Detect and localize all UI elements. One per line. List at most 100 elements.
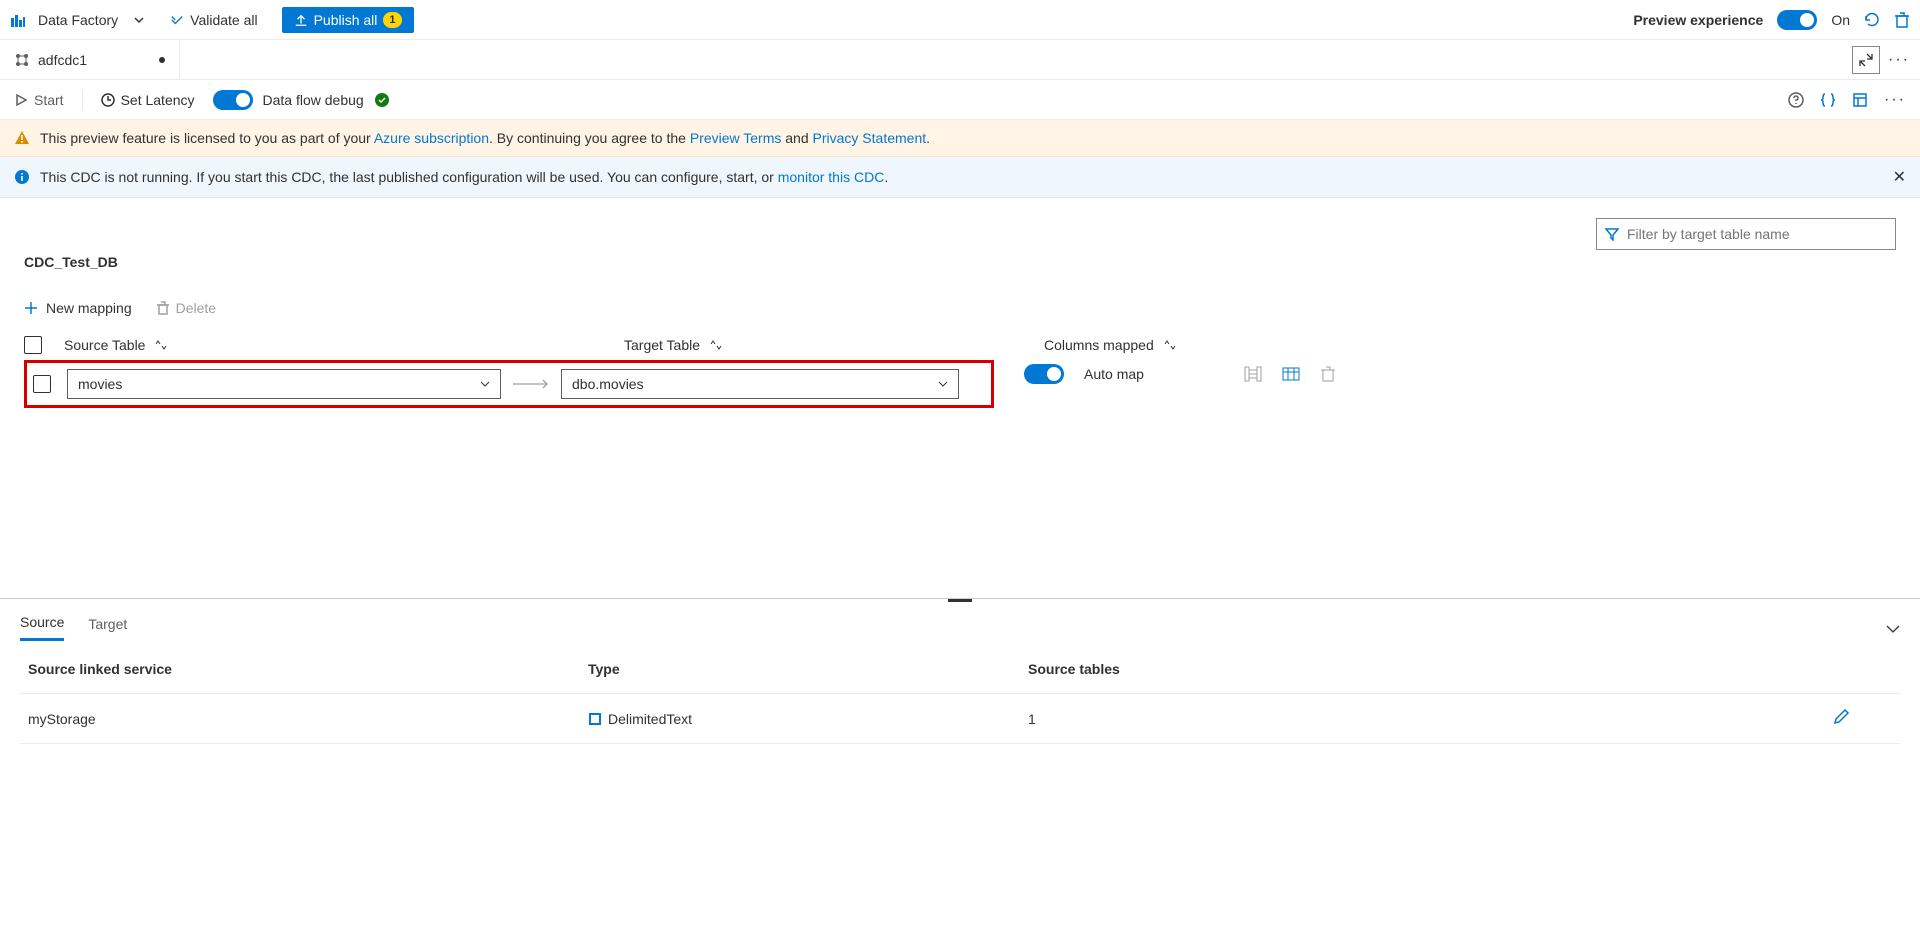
col-target-table[interactable]: Target Table — [624, 337, 1024, 353]
refresh-icon[interactable] — [1864, 12, 1880, 28]
col-linked-service: Source linked service — [28, 661, 588, 677]
set-latency-button[interactable]: Set Latency — [101, 92, 195, 108]
start-button[interactable]: Start — [14, 92, 64, 108]
filter-row — [24, 218, 1896, 250]
data-preview-icon[interactable] — [1282, 365, 1300, 383]
target-table-dropdown[interactable]: dbo.movies — [561, 369, 959, 399]
validate-all-button[interactable]: Validate all — [162, 8, 265, 32]
col-source-table[interactable]: Source Table — [64, 337, 564, 353]
source-service-table: Source linked service Type Source tables… — [0, 645, 1920, 744]
data-factory-icon — [10, 12, 26, 28]
cdc-toolbar-right: ··· — [1788, 91, 1906, 109]
main-content: CDC_Test_DB New mapping Delete Source Ta… — [0, 198, 1920, 418]
info-text: This CDC is not running. If you start th… — [40, 169, 888, 185]
col-columns-mapped[interactable]: Columns mapped — [1044, 337, 1304, 353]
collapse-bottom-panel-button[interactable] — [1886, 620, 1900, 636]
more-menu-button[interactable]: ··· — [1888, 51, 1910, 69]
cdc-toolbar: Start Set Latency Data flow debug ··· — [0, 80, 1920, 120]
col-source-tables: Source tables — [1028, 661, 1388, 677]
edit-source-button[interactable] — [1832, 708, 1892, 729]
top-bar: Data Factory Validate all Publish all 1 … — [0, 0, 1920, 40]
delimited-text-icon — [588, 712, 602, 726]
bottom-tabs: Source Target — [0, 604, 1920, 645]
preview-terms-link[interactable]: Preview Terms — [690, 130, 782, 146]
filter-input[interactable] — [1627, 226, 1887, 242]
filter-icon — [1605, 227, 1619, 241]
tab-target[interactable]: Target — [88, 616, 127, 640]
cdc-info-banner: This CDC is not running. If you start th… — [0, 157, 1920, 198]
automap-toggle[interactable] — [1024, 364, 1064, 384]
publish-label: Publish all — [314, 12, 378, 28]
linked-service-name: myStorage — [28, 711, 588, 727]
pane-splitter[interactable] — [0, 598, 1920, 604]
preview-experience-label: Preview experience — [1633, 12, 1763, 28]
automap-label: Auto map — [1084, 366, 1144, 382]
select-all-checkbox[interactable] — [24, 336, 42, 354]
target-table-value: dbo.movies — [572, 376, 644, 392]
source-table-row: myStorage DelimitedText 1 — [20, 694, 1900, 744]
app-title[interactable]: Data Factory — [38, 12, 118, 28]
chevron-down-icon[interactable] — [134, 15, 144, 25]
latency-label: Set Latency — [121, 92, 195, 108]
warn-text: This preview feature is licensed to you … — [40, 130, 930, 146]
debug-toggle[interactable] — [213, 90, 253, 110]
monitor-cdc-link[interactable]: monitor this CDC — [778, 169, 885, 185]
delete-row-icon[interactable] — [1320, 366, 1336, 382]
collapse-panel-button[interactable] — [1852, 46, 1880, 74]
source-table-value: movies — [78, 376, 122, 392]
info-icon — [14, 169, 30, 185]
top-bar-right: Preview experience On — [1633, 10, 1910, 30]
chevron-down-icon — [938, 381, 948, 387]
discard-icon[interactable] — [1894, 12, 1910, 28]
warning-icon — [14, 130, 30, 146]
database-title: CDC_Test_DB — [24, 254, 1896, 270]
toolbar-more-button[interactable]: ··· — [1884, 91, 1906, 109]
clock-icon — [101, 93, 115, 107]
source-tables-count: 1 — [1028, 711, 1388, 727]
filter-box[interactable] — [1596, 218, 1896, 250]
arrow-right-icon — [511, 379, 551, 389]
source-type-value: DelimitedText — [608, 711, 692, 727]
source-type-cell: DelimitedText — [588, 711, 1028, 727]
chevron-down-icon — [480, 381, 490, 387]
debug-toggle-group: Data flow debug — [213, 90, 390, 110]
code-braces-icon[interactable] — [1820, 92, 1836, 108]
mapping-row-extras: Auto map — [1024, 364, 1336, 384]
resource-tabs-right: ··· — [180, 40, 1920, 79]
mapping-grid-header: Source Table Target Table Columns mapped — [24, 336, 1896, 354]
preview-warning-banner: This preview feature is licensed to you … — [0, 120, 1920, 157]
chevron-down-icon — [1886, 625, 1900, 633]
pencil-icon — [1832, 708, 1850, 726]
resource-tab-adfcdc1[interactable]: adfcdc1 — [0, 40, 180, 79]
mapping-row-highlighted: movies dbo.movies — [24, 360, 994, 408]
cdc-resource-icon — [14, 52, 30, 68]
top-bar-left: Data Factory Validate all Publish all 1 — [10, 7, 1633, 33]
privacy-statement-link[interactable]: Privacy Statement — [813, 130, 927, 146]
sort-icon — [708, 340, 722, 350]
resource-tab-label: adfcdc1 — [38, 52, 87, 68]
source-table-dropdown[interactable]: movies — [67, 369, 501, 399]
publish-all-button[interactable]: Publish all 1 — [282, 7, 414, 33]
close-info-banner-button[interactable]: ✕ — [1893, 167, 1906, 187]
validate-label: Validate all — [190, 12, 257, 28]
template-icon[interactable] — [1852, 92, 1868, 108]
toolbar-divider — [82, 90, 83, 110]
debug-label: Data flow debug — [263, 92, 364, 108]
check-icon — [170, 13, 184, 27]
col-type: Type — [588, 661, 1028, 677]
row-checkbox[interactable] — [33, 375, 51, 393]
collapse-icon — [1859, 53, 1873, 67]
help-icon[interactable] — [1788, 92, 1804, 108]
column-mapping-icon[interactable] — [1244, 365, 1262, 383]
tab-source[interactable]: Source — [20, 614, 64, 641]
mapping-arrow — [501, 379, 561, 389]
plus-icon — [24, 301, 38, 315]
preview-toggle[interactable] — [1777, 10, 1817, 30]
publish-count-badge: 1 — [383, 12, 401, 28]
new-mapping-label: New mapping — [46, 300, 132, 316]
azure-subscription-link[interactable]: Azure subscription — [374, 130, 489, 146]
start-label: Start — [34, 92, 64, 108]
unsaved-indicator-icon — [159, 57, 165, 63]
new-mapping-button[interactable]: New mapping — [24, 300, 132, 316]
preview-state: On — [1831, 12, 1850, 28]
